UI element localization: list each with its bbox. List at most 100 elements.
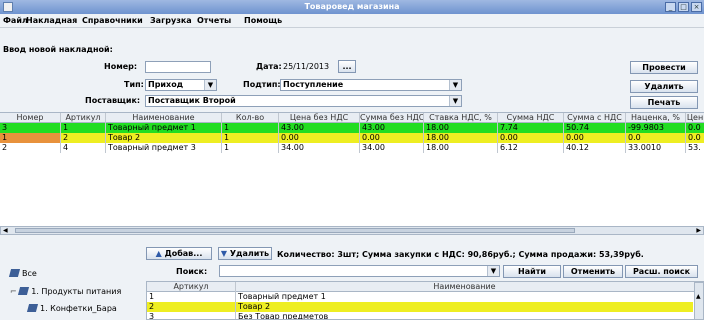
table-cell: 34.00 [359, 143, 423, 153]
table-header: Номер Артикул Наименование Кол-во Цена б… [0, 113, 704, 123]
col-vat-rate[interactable]: Ставка НДС, % [423, 113, 497, 123]
menu-references[interactable]: Справочники [82, 16, 143, 25]
goods-col-name[interactable]: Наименование [235, 282, 693, 292]
subtype-select[interactable]: Поступление ▼ [280, 79, 462, 91]
scroll-left-icon[interactable]: ◀ [3, 227, 8, 234]
scroll-right-icon[interactable]: ▶ [696, 227, 701, 234]
table-cell: 18.00 [423, 143, 497, 153]
add-button-label: Добав... [164, 249, 203, 258]
table-cell: 43.00 [278, 123, 359, 133]
table-cell: 1 [0, 133, 60, 143]
col-sum-no-vat[interactable]: Сумма без НДС [359, 113, 423, 123]
goods-table: Артикул Наименование 1 Товарный предмет 1… [146, 281, 704, 320]
table-cell: 6.12 [497, 143, 563, 153]
list-item[interactable]: 1 Товарный предмет 1 [147, 292, 693, 302]
number-input[interactable] [145, 61, 211, 73]
delete-item-button[interactable]: ▼ Удалить [218, 247, 272, 260]
minimize-icon[interactable]: _ [665, 2, 676, 12]
table-cell: 7.74 [497, 123, 563, 133]
list-cell: 2 [149, 302, 155, 311]
date-picker-button[interactable]: ... [338, 60, 356, 73]
table-cell: 4 [60, 143, 105, 153]
cancel-button[interactable]: Отменить [563, 265, 623, 278]
print-button[interactable]: Печать [630, 96, 698, 109]
subtype-value: Поступление [283, 80, 344, 89]
col-markup[interactable]: Наценка, % [625, 113, 685, 123]
summary-text: Количество: 3шт; Сумма закупки с НДС: 90… [277, 250, 644, 259]
supplier-select[interactable]: Поставщик Второй ▼ [145, 95, 462, 107]
table-cell: 34.00 [278, 143, 359, 153]
menu-reports[interactable]: Отчеты [197, 16, 231, 25]
col-price-sale[interactable]: Цен [685, 113, 704, 123]
delete-item-label: Удалить [229, 249, 270, 258]
folder-icon [8, 269, 21, 277]
delete-invoice-button[interactable]: Удалить [630, 80, 698, 93]
list-item[interactable]: 2 Товар 2 [147, 302, 693, 312]
col-name[interactable]: Наименование [105, 113, 221, 123]
chevron-down-icon[interactable]: ▼ [449, 80, 461, 90]
maximize-icon[interactable]: □ [678, 2, 689, 12]
table-cell: 18.00 [423, 123, 497, 133]
goods-col-article[interactable]: Артикул [147, 282, 235, 292]
list-cell: 1 [149, 292, 155, 301]
post-button[interactable]: Провести [630, 61, 698, 74]
table-cell: 1 [221, 133, 278, 143]
table-cell: 3 [2, 123, 8, 132]
date-field[interactable]: 25/11/2013 [280, 61, 338, 73]
table-cell: Товарный предмет 3 [105, 143, 221, 153]
col-price[interactable]: Цена без НДС [278, 113, 359, 123]
chevron-down-icon[interactable]: ▼ [204, 80, 216, 90]
triangle-up-icon: ▲ [155, 249, 162, 258]
title-bar: Товаровед магазина _ □ × [0, 0, 704, 14]
table-cell: 40.12 [563, 143, 625, 153]
table-cell: -99.9803 [625, 123, 685, 133]
supplier-value: Поставщик Второй [148, 96, 236, 105]
search-input[interactable]: ▼ [219, 265, 500, 277]
tree-item-candy[interactable]: 1. Конфетки_Бара [26, 304, 117, 313]
table-cell: 18.00 [423, 133, 497, 143]
scroll-thumb[interactable] [15, 228, 575, 233]
table-cell: Товарный предмет 1 [105, 123, 221, 133]
add-button[interactable]: ▲ Добав... [146, 247, 212, 260]
menu-file[interactable]: Файл [3, 16, 28, 25]
table-cell: 53. [685, 143, 704, 153]
close-icon[interactable]: × [691, 2, 702, 12]
chevron-down-icon[interactable]: ▼ [449, 96, 461, 106]
col-qty[interactable]: Кол-во [221, 113, 278, 123]
goods-header: Артикул Наименование [147, 282, 703, 292]
table-cell: 0.0 [685, 123, 704, 133]
window-title: Товаровед магазина [304, 2, 400, 11]
list-item[interactable]: 3 Без Товар предметов [147, 312, 693, 319]
folder-icon [26, 304, 39, 312]
scroll-up-icon[interactable]: ▲ [696, 293, 701, 300]
col-number[interactable]: Номер [0, 113, 60, 123]
table-row[interactable]: 1 2 Товар 2 1 0.00 0.00 18.00 0.00 0.00 0.0 0.0 [0, 133, 704, 143]
table-cell: Товар 2 [105, 133, 221, 143]
col-article[interactable]: Артикул [60, 113, 105, 123]
table-cell: 2 [2, 143, 8, 152]
table-cell: 33.0010 [625, 143, 685, 153]
tree-item-all-label: Все [22, 269, 37, 278]
extended-search-button[interactable]: Расш. поиск [625, 265, 698, 278]
col-sum-vat[interactable]: Сумма с НДС [563, 113, 625, 123]
menu-invoice[interactable]: Накладная [26, 16, 77, 25]
table-cell: 43.00 [359, 123, 423, 133]
table-cell: 0.0 [625, 133, 685, 143]
invoice-table: Номер Артикул Наименование Кол-во Цена б… [0, 112, 704, 235]
table-row[interactable]: 2 4 Товарный предмет 3 1 34.00 34.00 18.00 6.12… [0, 143, 704, 153]
expand-toggle-icon[interactable]: ⌐ [10, 287, 17, 296]
table-row[interactable]: 3 1 Товарный предмет 1 1 43.00 43.00 18.00 7.74… [0, 123, 704, 133]
list-cell: Товарный предмет 1 [235, 292, 693, 302]
tree-item-all[interactable]: Все [8, 269, 37, 278]
vertical-scrollbar[interactable]: ▲ [694, 282, 703, 319]
triangle-down-icon: ▼ [220, 249, 228, 258]
type-select[interactable]: Приход ▼ [145, 79, 217, 91]
menu-load[interactable]: Загрузка [150, 16, 192, 25]
menu-help[interactable]: Помощь [244, 16, 282, 25]
list-cell: Товар 2 [235, 302, 693, 312]
tree-item-food[interactable]: ⌐ 1. Продукты питания [10, 287, 121, 296]
find-button[interactable]: Найти [503, 265, 561, 278]
horizontal-scrollbar[interactable]: ◀ ▶ [0, 226, 704, 234]
col-vat-sum[interactable]: Сумма НДС [497, 113, 563, 123]
chevron-down-icon[interactable]: ▼ [487, 266, 499, 276]
